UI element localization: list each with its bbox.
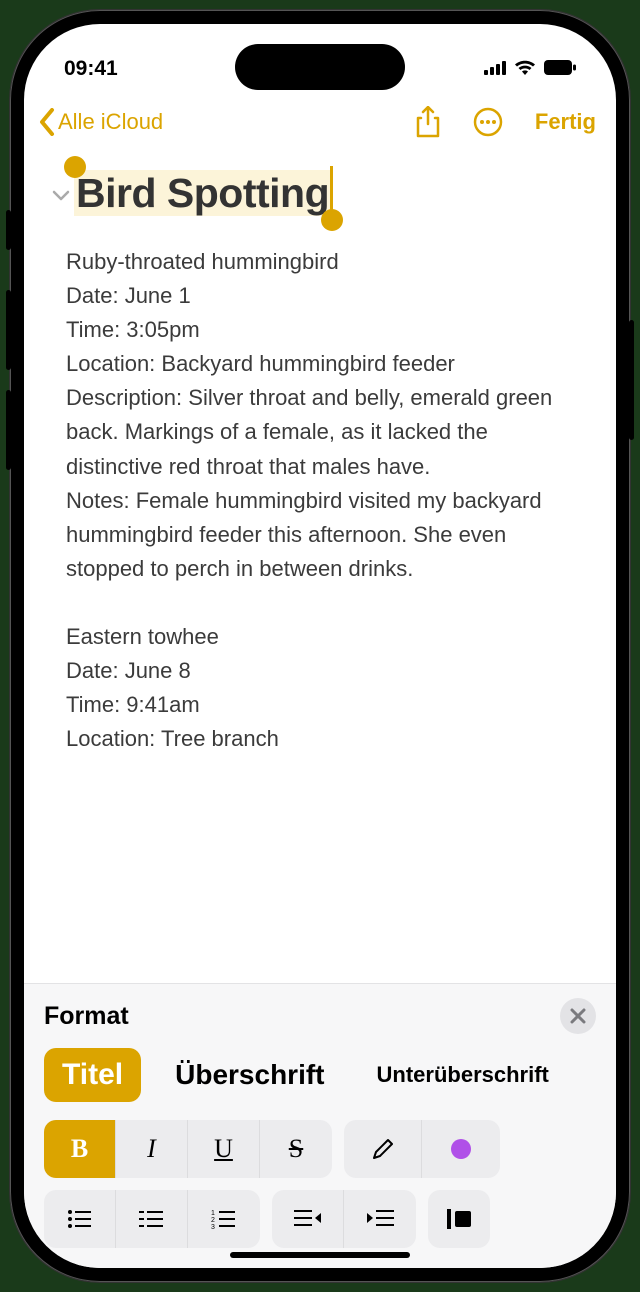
block-quote-group [428,1190,490,1248]
note-title[interactable]: Bird Spotting [74,170,331,216]
list-group: 123 [44,1190,260,1248]
back-label: Alle iCloud [58,109,163,135]
body-line: Date: June 8 [66,654,588,688]
wifi-icon [514,57,536,81]
collapse-icon[interactable] [52,188,70,206]
back-button[interactable]: Alle iCloud [38,108,407,136]
note-body[interactable]: Ruby-throated hummingbird Date: June 1 T… [66,245,588,756]
share-icon[interactable] [415,106,441,138]
cellular-icon [484,57,506,81]
note-content[interactable]: Bird Spotting Ruby-throated hummingbird … [24,150,616,983]
paragraph-style-row: Titel Überschrift Unterüberschrift [44,1048,596,1102]
outdent-button[interactable] [272,1190,344,1248]
bullet-list-button[interactable] [44,1190,116,1248]
body-line: Ruby-throated hummingbird [66,245,588,279]
indent-group [272,1190,416,1248]
strikethrough-button[interactable]: S [260,1120,332,1178]
format-heading: Format [44,1002,129,1031]
indent-icon [366,1209,394,1229]
block-quote-button[interactable] [428,1190,490,1248]
svg-text:1: 1 [211,1210,215,1217]
italic-button[interactable]: I [116,1120,188,1178]
selection-handle-end[interactable] [321,209,343,231]
highlight-group [344,1120,500,1178]
underline-button[interactable]: U [188,1120,260,1178]
bullet-list-icon [67,1209,93,1229]
style-heading[interactable]: Überschrift [157,1049,342,1101]
style-subheading[interactable]: Unterüberschrift [359,1052,567,1098]
navigation-bar: Alle iCloud Fertig [24,94,616,150]
status-time: 09:41 [64,57,118,81]
dash-list-button[interactable] [116,1190,188,1248]
highlight-color-button[interactable] [422,1120,500,1178]
numbered-list-button[interactable]: 123 [188,1190,260,1248]
body-line: Time: 3:05pm [66,313,588,347]
numbered-list-icon: 123 [211,1209,237,1229]
body-line: Notes: Female hummingbird visited my bac… [66,484,588,586]
battery-icon [544,57,576,81]
body-line: Time: 9:41am [66,688,588,722]
bold-button[interactable]: B [44,1120,116,1178]
done-button[interactable]: Fertig [535,109,596,135]
pencil-icon [370,1136,396,1162]
selection-handle-start[interactable] [64,156,86,178]
svg-text:2: 2 [211,1217,215,1224]
close-button[interactable] [560,998,596,1034]
body-line: Date: June 1 [66,279,588,313]
home-indicator[interactable] [230,1252,410,1258]
dynamic-island [235,44,405,90]
block-quote-icon [447,1209,471,1229]
inline-style-group: B I U S [44,1120,332,1178]
color-swatch-icon [451,1139,471,1159]
body-line: Location: Backyard hummingbird feeder [66,347,588,381]
more-icon[interactable] [473,107,503,137]
outdent-icon [294,1209,322,1229]
highlight-button[interactable] [344,1120,422,1178]
dash-list-icon [139,1209,165,1229]
body-line: Location: Tree branch [66,722,588,756]
body-line: Description: Silver throat and belly, em… [66,381,588,483]
svg-text:3: 3 [211,1224,215,1229]
indent-button[interactable] [344,1190,416,1248]
style-title[interactable]: Titel [44,1048,141,1102]
body-line: Eastern towhee [66,620,588,654]
format-panel: Format Titel Überschrift Unterüberschrif… [24,983,616,1268]
